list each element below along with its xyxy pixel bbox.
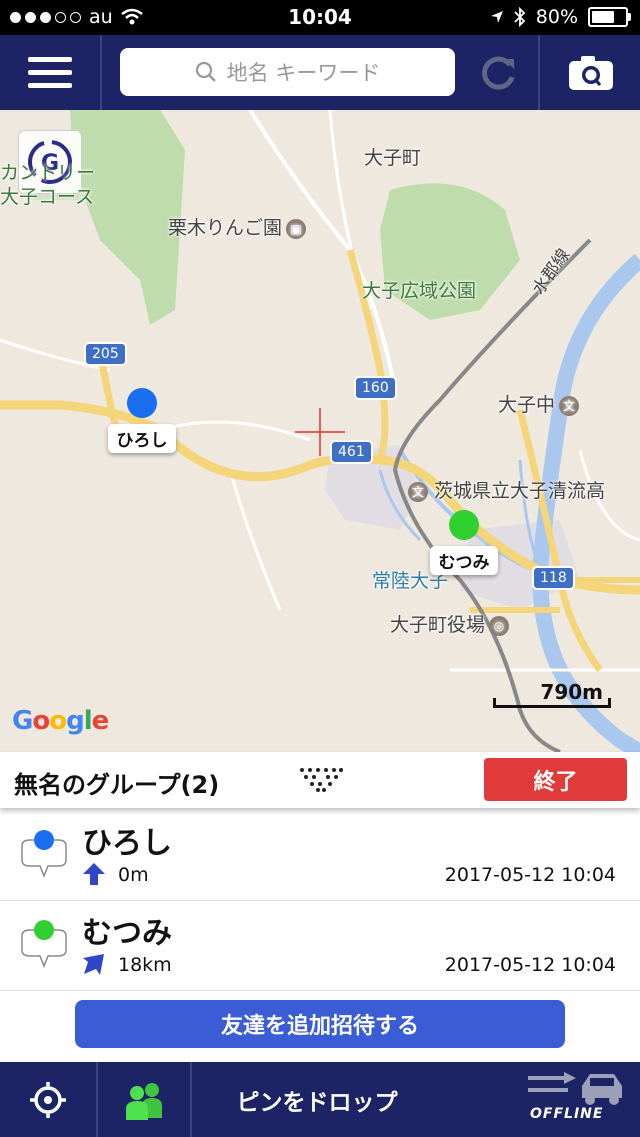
hamburger-icon — [28, 56, 72, 88]
crosshair-locate-icon — [30, 1081, 66, 1118]
route-shield-205: 205 — [84, 342, 127, 366]
route-shield-461: 461 — [330, 440, 373, 464]
pin-label: むつみ — [430, 546, 498, 575]
member-distance: 0m — [118, 864, 149, 886]
group-title: 無名のグループ(2) — [14, 771, 220, 799]
invite-friends-button[interactable]: 友達を追加招待する — [75, 1000, 565, 1048]
bottom-bar: ピンをドロップ OFFLINE — [0, 1062, 640, 1137]
collapse-chevron-icon[interactable] — [298, 766, 344, 794]
friends-button[interactable] — [98, 1062, 192, 1137]
member-row[interactable]: ひろし 0m 2017-05-12 10:04 — [0, 812, 640, 901]
group-bar: 無名のグループ(2) 終了 — [0, 752, 640, 808]
offline-button[interactable]: OFFLINE — [508, 1070, 630, 1130]
map-view[interactable]: G カントリー 大子コース 大子町 栗木りんご園 ▣ 大子広域公園 水郡線 大子中… — [0, 110, 640, 752]
member-name: ひろし — [82, 826, 172, 861]
map-label-partial2: 大子コース — [0, 186, 95, 208]
pin-dot — [449, 510, 479, 540]
member-distance: 18km — [118, 954, 172, 976]
menu-button[interactable] — [0, 35, 102, 110]
map-scale: 790m — [493, 680, 611, 708]
map-label-park: 大子広域公園 — [362, 280, 477, 302]
search-icon — [195, 61, 216, 82]
battery-icon — [588, 7, 631, 27]
map-label-orchard: 栗木りんご園 ▣ — [168, 213, 307, 240]
route-shield-160: 160 — [354, 376, 397, 400]
map-label-office: 大子町役場 ◎ — [390, 610, 510, 637]
refresh-icon — [481, 56, 514, 90]
route-shield-118: 118 — [532, 566, 575, 590]
camera-search-icon — [569, 55, 613, 90]
member-row[interactable]: むつみ 18km 2017-05-12 10:04 — [0, 902, 640, 991]
location-arrow-icon — [490, 11, 503, 23]
refresh-button[interactable] — [460, 35, 535, 110]
map-pin-mutsumi[interactable]: むつみ — [430, 510, 498, 575]
direction-arrow-icon — [83, 954, 104, 975]
people-icon — [126, 1082, 162, 1120]
map-base — [0, 110, 640, 752]
direction-arrow-icon — [83, 863, 105, 885]
camera-button[interactable] — [538, 35, 640, 110]
member-timestamp: 2017-05-12 10:04 — [444, 954, 616, 976]
bluetooth-icon — [514, 7, 526, 27]
search-input[interactable]: 地名 キーワード — [120, 48, 455, 96]
member-name: むつみ — [82, 916, 172, 951]
status-bar: au 10:04 80% — [0, 0, 640, 35]
map-pin-hiroshi[interactable]: ひろし — [108, 388, 176, 453]
drop-pin-button[interactable]: ピンをドロップ — [192, 1062, 442, 1137]
pin-dot — [127, 388, 157, 418]
search-placeholder: 地名 キーワード — [226, 61, 381, 85]
member-pin-icon — [21, 830, 67, 879]
google-logo: Google — [12, 706, 109, 736]
end-button[interactable]: 終了 — [484, 758, 627, 801]
member-timestamp: 2017-05-12 10:04 — [444, 864, 616, 886]
map-label-school-high: 文茨城県立大子清流高 — [408, 476, 605, 503]
map-label-partial1: カントリー — [0, 162, 96, 184]
member-pin-icon — [21, 920, 67, 969]
map-label-town: 大子町 — [364, 147, 422, 169]
locate-button[interactable] — [0, 1062, 98, 1137]
offline-car-icon — [528, 1072, 622, 1105]
scale-bar — [493, 698, 611, 708]
battery-percent: 80% — [535, 6, 578, 28]
top-navigation: 地名 キーワード — [0, 35, 640, 110]
offline-label: OFFLINE — [530, 1106, 604, 1122]
map-label-school-mid: 大子中文 — [498, 390, 580, 417]
pin-label: ひろし — [108, 424, 176, 453]
